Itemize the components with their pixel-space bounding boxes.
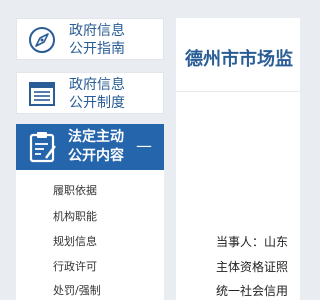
divider xyxy=(176,91,300,92)
nav-item-label: 政府信息 公开指南 xyxy=(69,23,125,57)
main-content: 德州市市场监 当事人：山东 主体资格证照 统一社会信用 xyxy=(176,18,300,300)
submenu-item-admin-licensing[interactable]: 行政许可 xyxy=(53,258,97,274)
clipboard-edit-icon xyxy=(29,132,56,163)
collapse-icon[interactable]: — xyxy=(136,136,152,156)
compass-icon xyxy=(29,27,55,53)
submenu-item-institution-functions[interactable]: 机构职能 xyxy=(53,208,97,224)
nav-item-label: 法定主动 公开内容 xyxy=(68,129,124,164)
page-title: 德州市市场监 xyxy=(185,49,293,70)
content-line: 当事人：山东 xyxy=(216,235,289,249)
sidebar: 政府信息 公开指南 政府信息 公开制度 法定主动 公开内容 — 履职依据 机构职… xyxy=(0,0,166,300)
submenu-item-duty-basis[interactable]: 履职依据 xyxy=(53,182,97,198)
content-line: 主体资格证照 xyxy=(216,260,289,274)
nav-item-statutory-disclosure[interactable]: 法定主动 公开内容 — xyxy=(16,124,164,170)
list-document-icon xyxy=(29,82,55,106)
nav-item-disclosure-guide[interactable]: 政府信息 公开指南 xyxy=(16,18,164,60)
submenu-item-planning-info[interactable]: 规划信息 xyxy=(53,233,97,249)
content-line: 统一社会信用 xyxy=(216,284,289,298)
nav-item-label: 政府信息 公开制度 xyxy=(69,77,125,111)
nav-item-disclosure-system[interactable]: 政府信息 公开制度 xyxy=(16,72,164,114)
submenu: 履职依据 机构职能 规划信息 行政许可 处罚/强制 xyxy=(16,170,164,300)
submenu-item-penalty-enforcement[interactable]: 处罚/强制 xyxy=(53,282,101,298)
